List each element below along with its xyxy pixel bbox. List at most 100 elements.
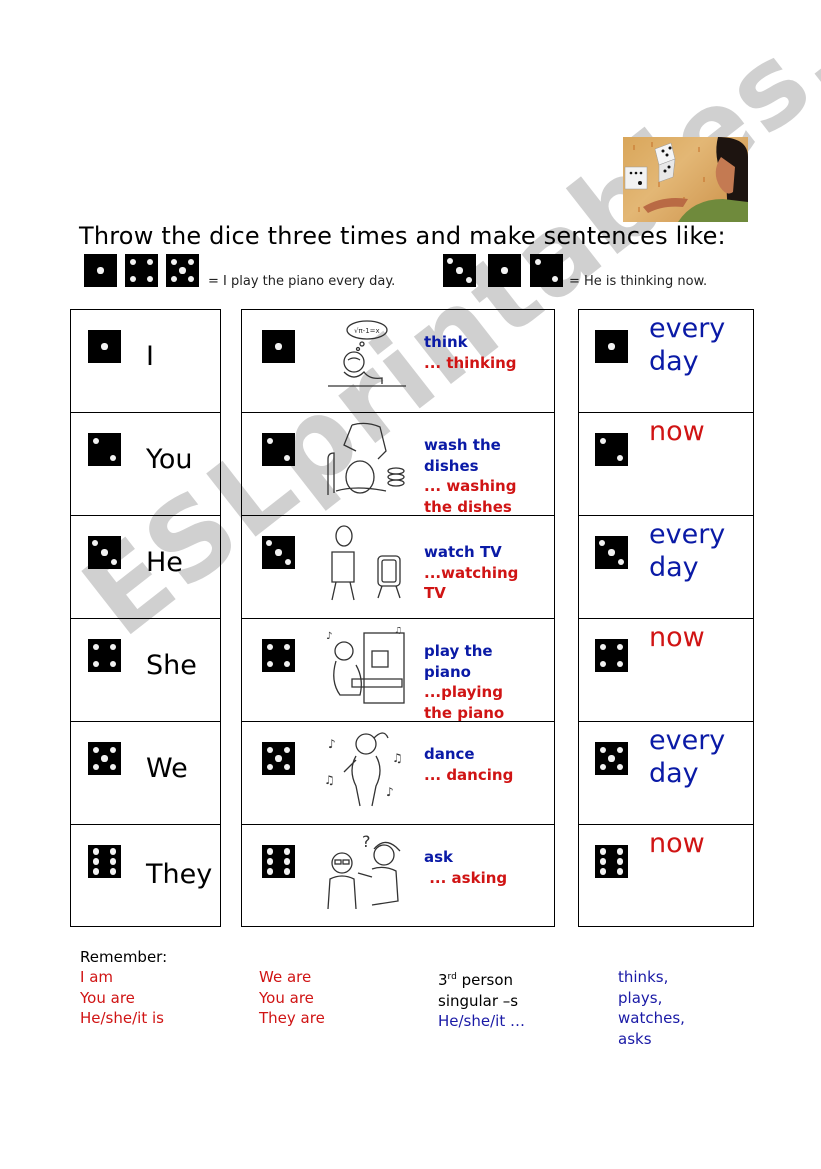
time-card: now [579, 413, 753, 516]
example-sentence: = I play the piano every day. [208, 274, 396, 289]
die-pip [600, 848, 607, 855]
subject-pronoun: She [146, 650, 197, 681]
time-expressions-column: every day now every day now every day now [578, 309, 754, 927]
svg-text:♪: ♪ [386, 785, 394, 799]
subject-pronoun: We [146, 753, 188, 784]
die-pip [267, 644, 274, 651]
ordinal-suffix: rd [447, 972, 457, 982]
time-now: now [649, 415, 705, 448]
die-pip [93, 644, 100, 651]
dice-woman-picture [623, 137, 748, 222]
remember-heading: Remember: [80, 948, 168, 966]
be-form: You are [259, 988, 314, 1007]
third-person-rule: 3rd person singular –s He/she/it … [438, 967, 525, 1032]
time-card: every day [579, 722, 753, 825]
die-pip [109, 747, 116, 754]
instruction-title: Throw the dice three times and make sent… [79, 222, 726, 250]
die-pip [616, 644, 623, 651]
time-every-day: every day [649, 312, 725, 378]
verb-phrase: wash the dishes ... washing the dishes [424, 435, 516, 517]
die-pip [608, 549, 615, 556]
die-pip [171, 259, 178, 266]
time-word: every [649, 313, 726, 344]
die-three-icon [262, 536, 295, 569]
subject-card: He [71, 516, 220, 619]
die-pip [608, 755, 615, 762]
die-one-icon [84, 254, 117, 287]
die-pip [266, 540, 273, 547]
die-pip [616, 454, 623, 461]
time-now: now [649, 621, 705, 654]
die-five-icon [262, 742, 295, 775]
ing-form: ...watching [424, 563, 519, 582]
die-pip [93, 438, 100, 445]
die-pip [187, 259, 194, 266]
be-form: They are [259, 1009, 325, 1027]
verb-phrase: ask ... asking [424, 847, 507, 888]
be-form: I am [80, 968, 113, 986]
base-form: dance [424, 745, 475, 763]
die-pip [97, 267, 104, 274]
die-one-icon [488, 254, 521, 287]
die-pip [267, 868, 274, 875]
asking-question-illustration: ? [322, 832, 412, 913]
die-pip [187, 275, 194, 282]
time-word: day [649, 552, 699, 583]
die-five-icon [166, 254, 199, 287]
die-pip [93, 660, 100, 667]
die-four-icon [595, 639, 628, 672]
time-card: every day [579, 516, 753, 619]
verb-example: thinks, [618, 968, 669, 986]
svg-text:♪: ♪ [328, 737, 336, 751]
die-pip [93, 848, 100, 855]
die-pip [146, 259, 153, 266]
verb-card: √π-1=x think ... thinking [242, 310, 554, 413]
base-form: think [424, 333, 468, 351]
die-three-icon [595, 536, 628, 569]
verbs-column: √π-1=x think ... thinking wash the dishes...… [241, 309, 555, 927]
die-pip [283, 868, 290, 875]
die-two-icon [262, 433, 295, 466]
die-pip [599, 540, 606, 547]
die-pip [600, 763, 607, 770]
singular-be-forms: I am You are He/she/it is [80, 967, 164, 1029]
ing-form: ... washing [424, 477, 517, 495]
die-six-icon [262, 845, 295, 878]
die-pip [616, 848, 623, 855]
die-pip [616, 660, 623, 667]
die-pip [284, 558, 291, 565]
die-pip [600, 660, 607, 667]
die-pip [616, 868, 623, 875]
die-pip [101, 549, 108, 556]
die-pip [275, 549, 282, 556]
third-person-word: person [456, 971, 513, 989]
subjects-column: I You He She We They [70, 309, 221, 927]
ing-form: ... thinking [424, 353, 517, 372]
svg-text:?: ? [362, 833, 371, 851]
time-card: now [579, 825, 753, 928]
time-word: every [649, 725, 726, 756]
verb-card: ♪ ♫ play the piano ...playing the piano [242, 619, 554, 722]
die-four-icon [262, 639, 295, 672]
die-pip [109, 644, 116, 651]
die-pip [283, 644, 290, 651]
be-form: He/she/it is [80, 1009, 164, 1027]
singular-s-line: singular –s [438, 991, 519, 1010]
die-pip [267, 660, 274, 667]
subject-card: You [71, 413, 220, 516]
time-now: now [649, 827, 705, 860]
die-pip [109, 848, 116, 855]
die-pip [130, 275, 137, 282]
svg-text:♪: ♪ [326, 631, 332, 642]
base-form: wash the [424, 436, 501, 454]
die-pip [267, 848, 274, 855]
he-she-it-line: He/she/it … [438, 1012, 525, 1030]
time-word: every [649, 519, 726, 550]
die-two-icon [530, 254, 563, 287]
die-two-icon [595, 433, 628, 466]
verb-card: watch TV ...watching TV [242, 516, 554, 619]
third-person-line: 3rd person [438, 967, 525, 991]
die-pip [109, 454, 116, 461]
verb-card: ♪ ♫ ♫ ♪ dance ... dancing [242, 722, 554, 825]
subject-pronoun: They [146, 859, 213, 890]
